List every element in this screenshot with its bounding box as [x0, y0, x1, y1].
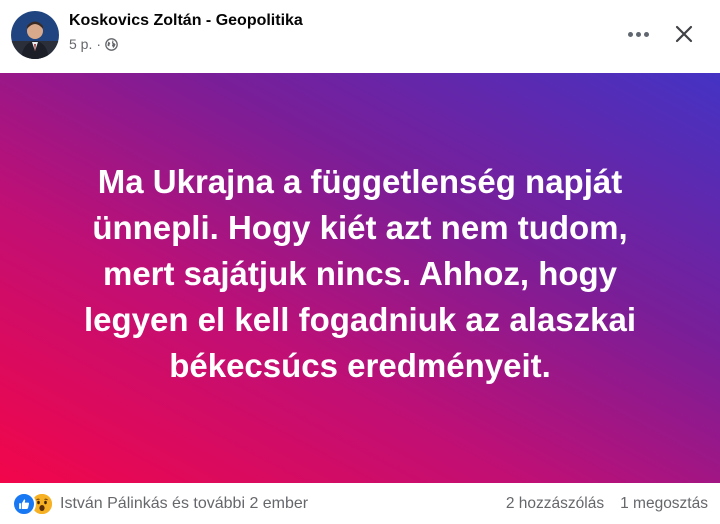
post-text: Ma Ukrajna a függetlenség napját ünnepli… — [83, 163, 637, 384]
globe-icon — [105, 37, 118, 51]
post-header: Koskovics Zoltán - Geopolitika 5 p. · — [0, 0, 720, 72]
close-icon[interactable] — [664, 14, 704, 54]
post-footer: István Pálinkás és további 2 ember 2 hoz… — [0, 483, 720, 524]
reactions-summary[interactable]: István Pálinkás és további 2 ember — [12, 492, 308, 516]
post-text-card[interactable]: Ma Ukrajna a függetlenség napját ünnepli… — [0, 73, 720, 483]
more-options-icon[interactable] — [618, 16, 658, 52]
post-meta: 5 p. · — [69, 36, 118, 52]
comments-count[interactable]: 2 hozzászólás — [506, 495, 604, 513]
reactors-text[interactable]: István Pálinkás és további 2 ember — [60, 495, 308, 513]
facebook-post: Koskovics Zoltán - Geopolitika 5 p. · Ma… — [0, 0, 720, 524]
shares-count[interactable]: 1 megosztás — [620, 495, 708, 513]
meta-separator: · — [96, 36, 102, 52]
post-time[interactable]: 5 p. — [69, 36, 92, 52]
author-avatar[interactable] — [11, 11, 59, 59]
post-stats: 2 hozzászólás 1 megosztás — [506, 495, 708, 513]
like-icon — [12, 492, 36, 516]
author-name[interactable]: Koskovics Zoltán - Geopolitika — [69, 12, 303, 30]
